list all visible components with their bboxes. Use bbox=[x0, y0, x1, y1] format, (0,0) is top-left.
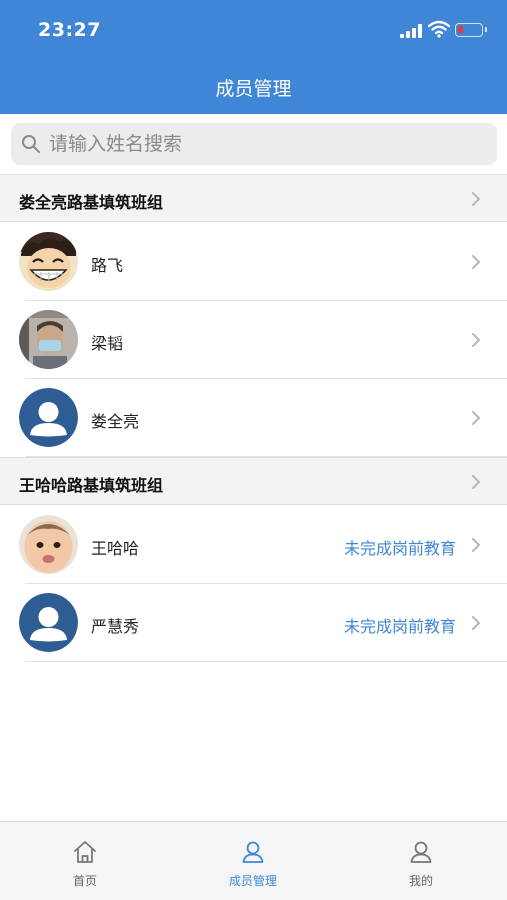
tab-label: 首页 bbox=[72, 874, 97, 888]
user-icon bbox=[410, 841, 432, 863]
battery-level bbox=[458, 26, 463, 33]
default-user-avatar-icon bbox=[19, 388, 78, 447]
chevron-right-icon bbox=[472, 192, 480, 206]
search-input[interactable] bbox=[49, 123, 479, 165]
group-header-1[interactable]: 娄全亮路基填筑班组 bbox=[0, 174, 507, 222]
person-photo-avatar-icon bbox=[19, 310, 78, 369]
chevron-right-icon bbox=[472, 255, 480, 269]
status-time: 23:27 bbox=[38, 19, 101, 41]
tab-label: 我的 bbox=[408, 874, 433, 888]
member-row[interactable]: 娄全亮 bbox=[0, 379, 507, 457]
page-title: 成员管理 bbox=[215, 78, 292, 100]
tab-member-management[interactable]: 成员管理 bbox=[193, 822, 313, 900]
member-row[interactable]: 严慧秀 未完成岗前教育 bbox=[0, 584, 507, 662]
baby-photo-avatar-icon bbox=[19, 515, 78, 574]
member-row[interactable]: 梁韬 bbox=[0, 301, 507, 379]
tab-bar: 首页 成员管理 我的 bbox=[0, 821, 507, 900]
group-title: 王哈哈路基填筑班组 bbox=[19, 476, 164, 495]
chevron-right-icon bbox=[472, 333, 480, 347]
tab-label: 成员管理 bbox=[228, 874, 277, 888]
group-title: 娄全亮路基填筑班组 bbox=[19, 193, 164, 212]
group-header-2[interactable]: 王哈哈路基填筑班组 bbox=[0, 457, 507, 505]
member-name: 路飞 bbox=[91, 256, 124, 275]
user-icon bbox=[242, 841, 264, 863]
member-name: 王哈哈 bbox=[91, 539, 140, 558]
cartoon-avatar-icon bbox=[19, 232, 78, 291]
chevron-right-icon bbox=[472, 411, 480, 425]
status-badge: 未完成岗前教育 bbox=[343, 617, 456, 636]
tab-home[interactable]: 首页 bbox=[25, 822, 145, 900]
member-row[interactable]: 路飞 bbox=[0, 223, 507, 301]
battery-icon bbox=[455, 23, 487, 37]
search-box[interactable] bbox=[11, 123, 497, 165]
wifi-icon bbox=[428, 20, 450, 38]
chevron-right-icon bbox=[472, 475, 480, 489]
tab-mine[interactable]: 我的 bbox=[361, 822, 481, 900]
cellular-signal-icon bbox=[400, 24, 422, 38]
default-user-avatar-icon bbox=[19, 593, 78, 652]
status-badge: 未完成岗前教育 bbox=[343, 539, 456, 558]
chevron-right-icon bbox=[472, 538, 480, 552]
home-icon bbox=[74, 841, 96, 863]
member-name: 严慧秀 bbox=[91, 617, 140, 636]
row-divider bbox=[25, 661, 507, 662]
search-icon bbox=[22, 135, 40, 153]
app-header: 23:27 成员管理 bbox=[0, 0, 507, 114]
member-row[interactable]: 王哈哈 未完成岗前教育 bbox=[0, 506, 507, 584]
member-name: 娄全亮 bbox=[91, 412, 140, 431]
search-bar bbox=[0, 114, 507, 174]
chevron-right-icon bbox=[472, 616, 480, 630]
member-name: 梁韬 bbox=[91, 334, 124, 353]
status-bar: 23:27 bbox=[0, 0, 507, 60]
